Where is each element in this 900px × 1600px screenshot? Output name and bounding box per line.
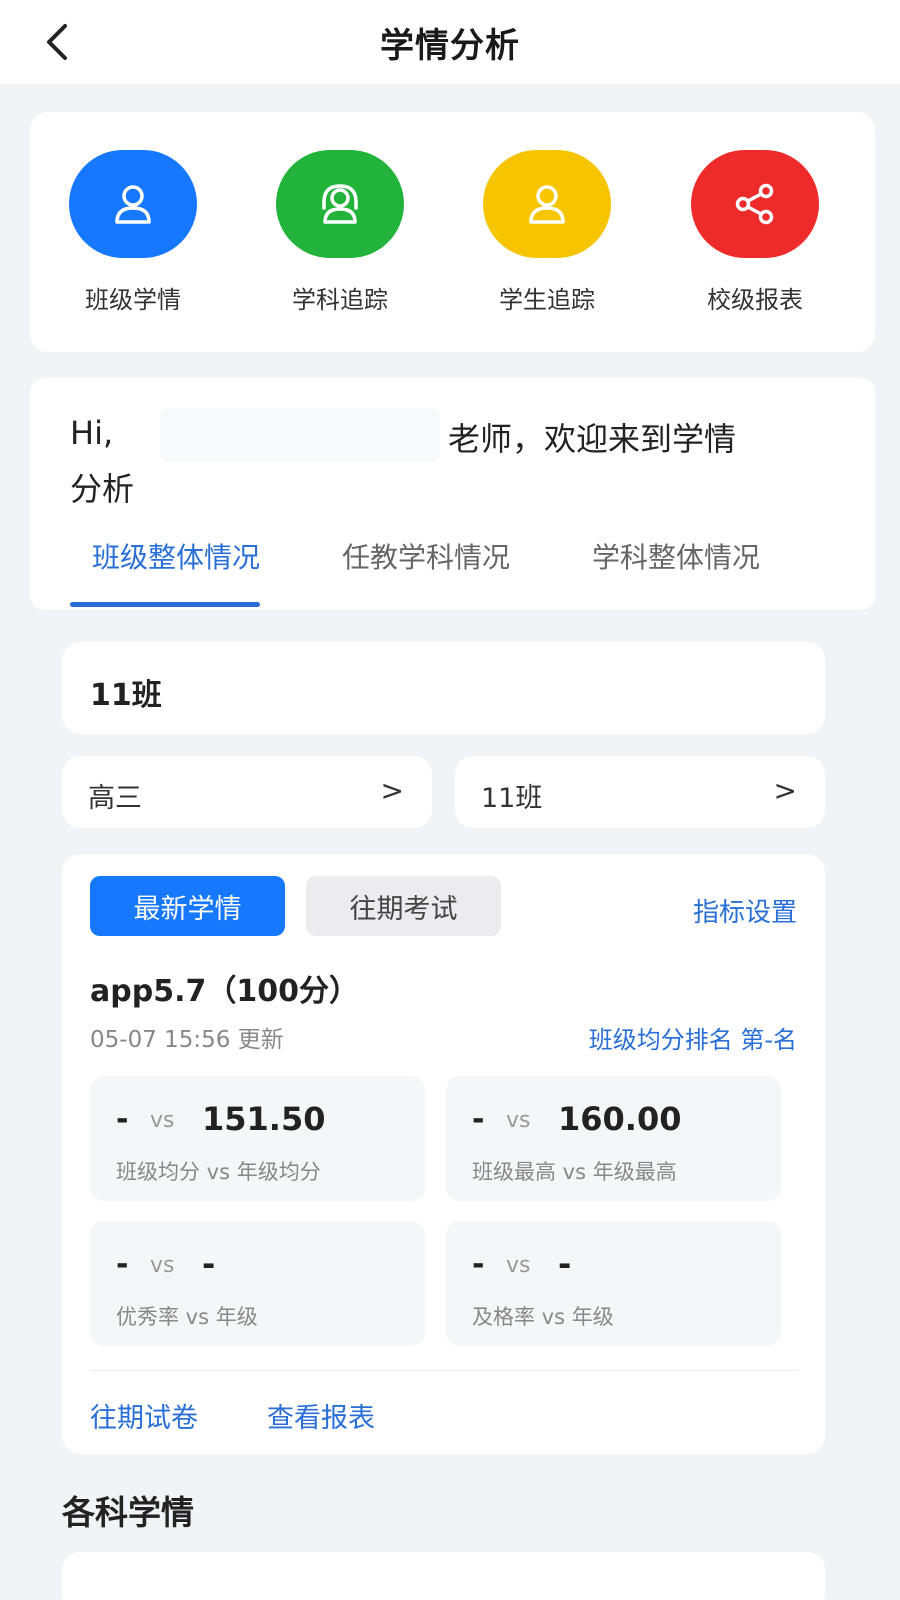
metric-class-value: - [116,1247,129,1282]
metric-average: - vs 151.50 班级均分 vs 年级均分 [90,1076,425,1201]
past-exams-button[interactable]: 往期考试 [306,876,501,936]
class-selector[interactable]: 11班 > [455,756,825,828]
metric-class-value: - [472,1102,485,1137]
share-icon [735,183,774,225]
class-selector-value: 11班 [481,783,543,814]
tab-subject-overall[interactable]: 学科整体情况 [592,536,760,576]
metric-excellence-rate: - vs - 优秀率 vs 年级 [90,1221,425,1346]
subject-analysis-card [62,1552,825,1600]
metric-vs: vs [506,1253,531,1278]
section-title: 各科学情 [62,1493,194,1532]
shortcut-subject-tracking[interactable]: 学科追踪 [255,150,425,320]
chevron-right-icon: > [380,774,404,807]
user-icon [115,185,151,224]
user-icon [529,185,565,224]
grade-selector-value: 高三 [88,783,142,814]
shortcut-school-report[interactable]: 校级报表 [670,150,840,320]
metric-class-value: - [116,1102,129,1137]
indicator-settings-link[interactable]: 指标设置 [693,892,797,929]
grade-selector[interactable]: 高三 > [62,756,432,828]
metric-highest: - vs 160.00 班级最高 vs 年级最高 [446,1076,781,1201]
shortcut-circle [69,150,197,258]
shortcut-class-analysis[interactable]: 班级学情 [48,150,218,320]
metric-label: 优秀率 vs 年级 [116,1305,258,1329]
shortcut-student-tracking[interactable]: 学生追踪 [462,150,632,320]
shortcut-label: 校级报表 [707,286,803,314]
greeting-text: 老师，欢迎来到学情 [448,420,737,458]
metric-vs: vs [150,1253,175,1278]
metric-grade-value: - [202,1245,216,1283]
greeting-hi: Hi, [70,414,114,452]
page-title: 学情分析 [380,26,520,66]
latest-analysis-button[interactable]: 最新学情 [90,876,285,936]
stats-card: 最新学情 往期考试 指标设置 app5.7（100分） 05-07 15:56 … [62,854,825,1454]
metric-vs: vs [150,1108,175,1133]
metric-grade-value: - [558,1245,572,1283]
redacted-name [160,408,440,462]
shortcut-panel: 班级学情 学科追踪 学生追踪 校级报表 [30,112,875,352]
headset-user-icon [322,184,358,224]
tab-class-overall[interactable]: 班级整体情况 [92,536,260,576]
class-title-card: 11班 [62,642,825,734]
metric-label: 班级均分 vs 年级均分 [116,1160,321,1184]
shortcut-circle [483,150,611,258]
metric-pass-rate: - vs - 及格率 vs 年级 [446,1221,781,1346]
metric-class-value: - [472,1247,485,1282]
class-title: 11班 [90,678,162,713]
active-tab-indicator [70,602,260,607]
tab-teaching-subject[interactable]: 任教学科情况 [342,536,510,576]
metric-grade-value: 160.00 [558,1100,682,1138]
metric-label: 班级最高 vs 年级最高 [472,1160,677,1184]
shortcut-label: 班级学情 [85,286,181,314]
class-rank-link[interactable]: 班级均分排名 第-名 [589,1020,797,1055]
metric-vs: vs [506,1108,531,1133]
metric-label: 及格率 vs 年级 [472,1305,614,1329]
greeting-card: Hi, 老师，欢迎来到学情 分析 班级整体情况 任教学科情况 学科整体情况 [30,378,875,610]
top-bar: 学情分析 [0,0,900,84]
metric-grade-value: 151.50 [202,1100,326,1138]
shortcut-label: 学生追踪 [499,286,595,314]
shortcut-circle [276,150,404,258]
update-timestamp: 05-07 15:56 更新 [90,1027,284,1053]
shortcut-label: 学科追踪 [292,286,388,314]
past-papers-link[interactable]: 往期试卷 [90,1396,198,1435]
shortcut-circle [691,150,819,258]
divider [90,1370,797,1371]
greeting-text-line2: 分析 [70,470,135,508]
view-report-link[interactable]: 查看报表 [267,1396,375,1435]
chevron-right-icon: > [773,774,797,807]
exam-title: app5.7（100分） [90,974,359,1009]
